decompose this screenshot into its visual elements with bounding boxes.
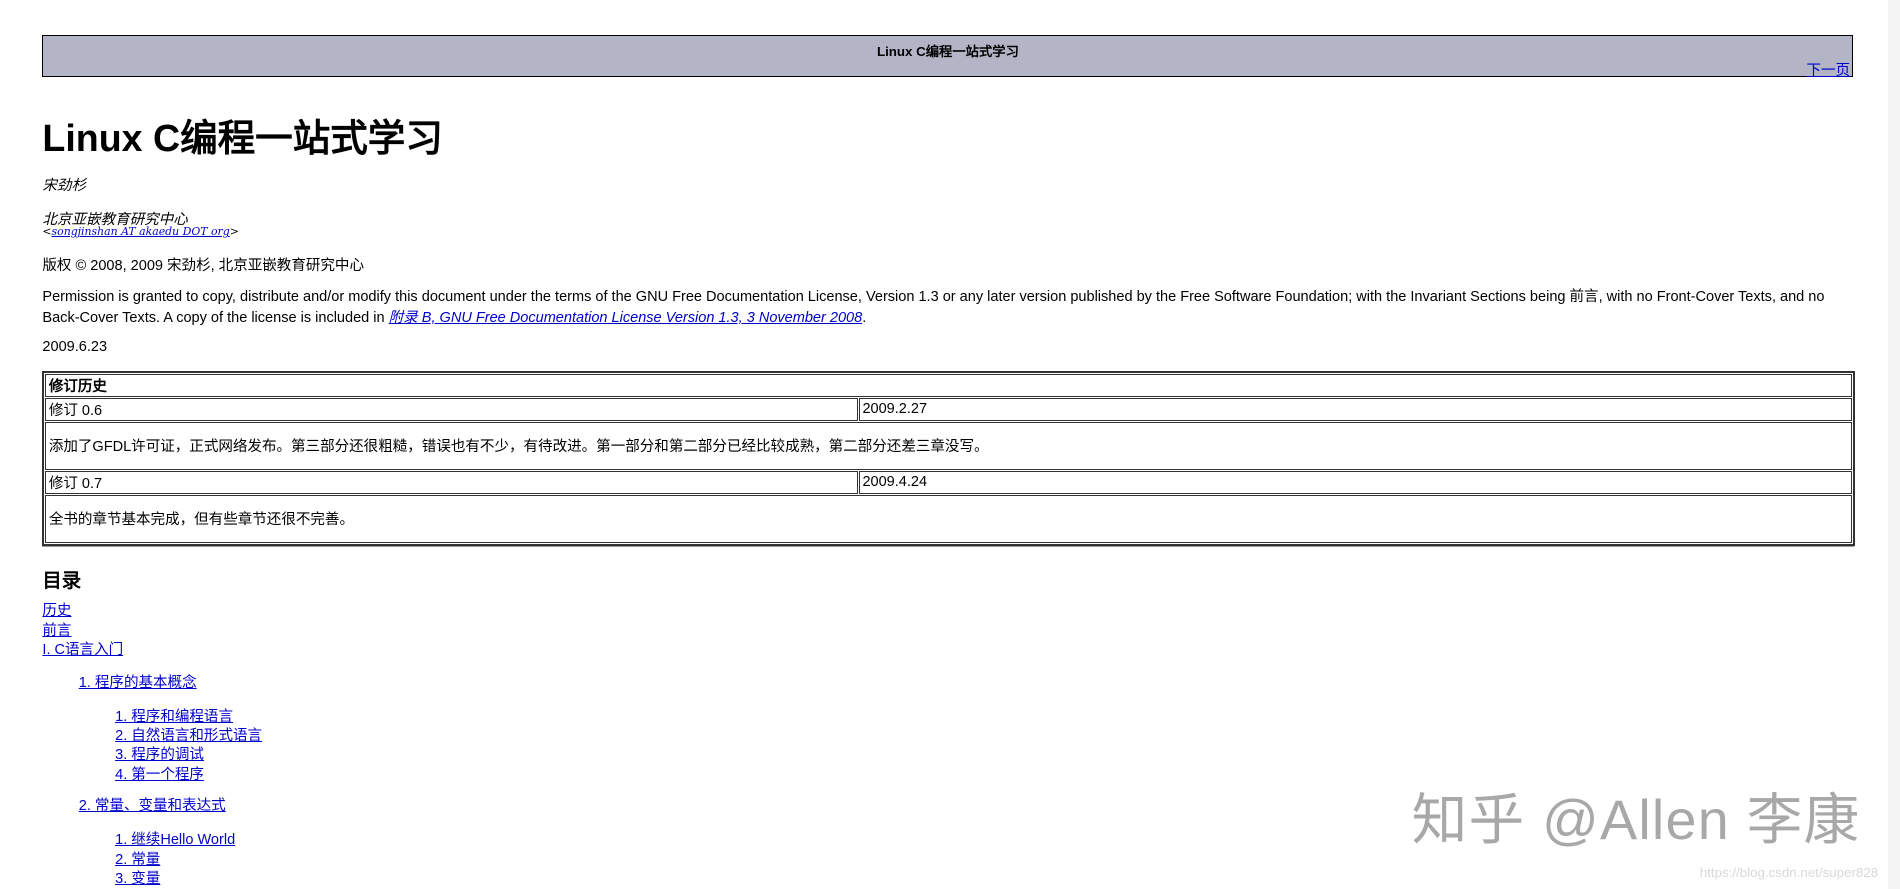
toc-link[interactable]: 3. 程序的调试 [115, 747, 204, 763]
toc-link-part-1[interactable]: I. C语言入门 [42, 642, 123, 658]
author: 宋劲杉 [42, 178, 86, 195]
revision-description: 添加了GFDL许可证，正式网络发布。第三部分还很粗糙，错误也有不少，有待改进。第… [45, 421, 1853, 470]
toc-link-history[interactable]: 历史 [42, 603, 71, 619]
toc-chapter-2-sections: 1. 继续Hello World 2. 常量 3. 变量 [115, 831, 235, 889]
revision-history-heading: 修订历史 [45, 373, 1853, 397]
toc-link-chapter-1[interactable]: 1. 程序的基本概念 [79, 675, 197, 691]
publish-date: 2009.6.23 [42, 339, 108, 356]
revision-date: 2009.4.24 [859, 470, 1853, 494]
source-url-watermark: https://blog.csdn.net/super828 [1699, 865, 1879, 881]
toc-link-chapter-2[interactable]: 2. 常量、变量和表达式 [79, 798, 226, 814]
license-text: Permission is granted to copy, distribut… [42, 289, 1825, 326]
toc-link-preface[interactable]: 前言 [42, 623, 71, 639]
toc-link[interactable]: 1. 程序和编程语言 [115, 709, 233, 725]
toc-heading: 目录 [42, 569, 82, 592]
navigation-header: Linux C编程一站式学习 下一页 [42, 35, 1854, 80]
table-row: 修订 0.7 2009.4.24 [45, 470, 1853, 494]
toc-chapter-1-sections: 1. 程序和编程语言 2. 自然语言和形式语言 3. 程序的调试 4. 第一个程… [115, 708, 262, 786]
revision-number: 修订 0.6 [45, 397, 859, 421]
next-page-link[interactable]: 下一页 [1806, 59, 1850, 80]
divider [42, 546, 1854, 548]
license-text-end: . [862, 309, 867, 326]
revision-history-table: 修订历史 修订 0.6 2009.2.27 添加了GFDL许可证，正式网络发布。第… [42, 370, 1856, 546]
toc-link[interactable]: 1. 继续Hello World [115, 832, 235, 848]
license-notice: Permission is granted to copy, distribut… [42, 287, 1853, 328]
email-link[interactable]: songjinshan AT akaedu DOT org [52, 225, 230, 238]
scrollbar[interactable] [1887, 0, 1900, 889]
toc-top: 历史 前言 I. C语言入门 [42, 602, 123, 660]
table-row: 全书的章节基本完成，但有些章节还很不完善。 [45, 494, 1853, 543]
revision-description: 全书的章节基本完成，但有些章节还很不完善。 [45, 494, 1853, 543]
toc-link[interactable]: 2. 常量 [115, 852, 160, 868]
revision-number: 修订 0.7 [45, 470, 859, 494]
revision-date: 2009.2.27 [859, 397, 1853, 421]
header-title: Linux C编程一站式学习 [876, 43, 1019, 59]
toc-link[interactable]: 3. 变量 [115, 871, 160, 887]
page-title: Linux C编程一站式学习 [42, 116, 443, 159]
email: <songjinshan AT akaedu DOT org> [42, 225, 239, 239]
table-row: 添加了GFDL许可证，正式网络发布。第三部分还很粗糙，错误也有不少，有待改进。第… [45, 421, 1853, 470]
watermark: 知乎 @Allen 李康 [1411, 789, 1861, 852]
toc-link[interactable]: 2. 自然语言和形式语言 [115, 728, 262, 744]
copyright: 版权 © 2008, 2009 宋劲杉, 北京亚嵌教育研究中心 [42, 258, 364, 275]
toc-link[interactable]: 4. 第一个程序 [115, 767, 204, 783]
table-row: 修订 0.6 2009.2.27 [45, 397, 1853, 421]
license-appendix-link[interactable]: 附录 B, GNU Free Documentation License Ver… [389, 310, 863, 326]
